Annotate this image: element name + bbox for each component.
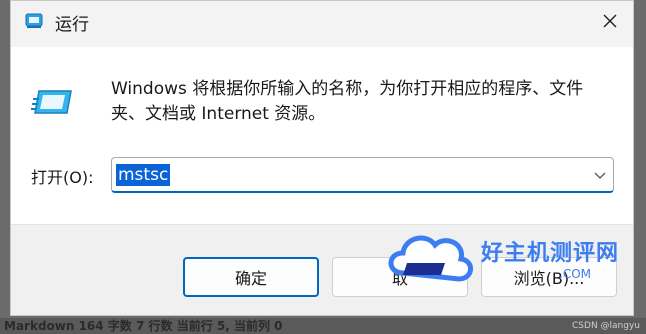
window-title: 运行 [55, 15, 89, 35]
status-bar-text: Markdown 164 字数 7 行数 当前行 5, 当前列 0 [4, 319, 283, 333]
cloud-logo-icon [388, 235, 473, 282]
editor-status-bar: Markdown 164 字数 7 行数 当前行 5, 当前列 0 CSDN @… [0, 318, 646, 334]
chevron-down-icon[interactable] [593, 168, 607, 182]
watermark-brand: 好主机测评网 [481, 241, 620, 266]
dialog-description: Windows 将根据你所输入的名称，为你打开相应的程序、文件夹、文档或 Int… [111, 79, 584, 124]
run-app-icon [31, 90, 72, 114]
open-input-value[interactable]: mstsc [116, 164, 171, 186]
watermark-domain: .COM [559, 267, 591, 281]
watermark: 好主机测评网 .COM [383, 223, 633, 291]
run-dialog: 运行 Windows 将根据你所输入的名称，为你打开相应的程序、文件夹、文档或 … [10, 0, 634, 316]
csdn-credit: CSDN @langyu [572, 321, 640, 331]
open-label: 打开(O): [31, 168, 94, 187]
title-bar[interactable]: 运行 [11, 1, 633, 47]
close-button[interactable] [587, 1, 633, 41]
close-icon [603, 14, 617, 28]
run-title-icon [25, 13, 43, 28]
open-input[interactable]: mstsc [111, 157, 614, 193]
ok-button[interactable]: 确定 [183, 257, 319, 297]
